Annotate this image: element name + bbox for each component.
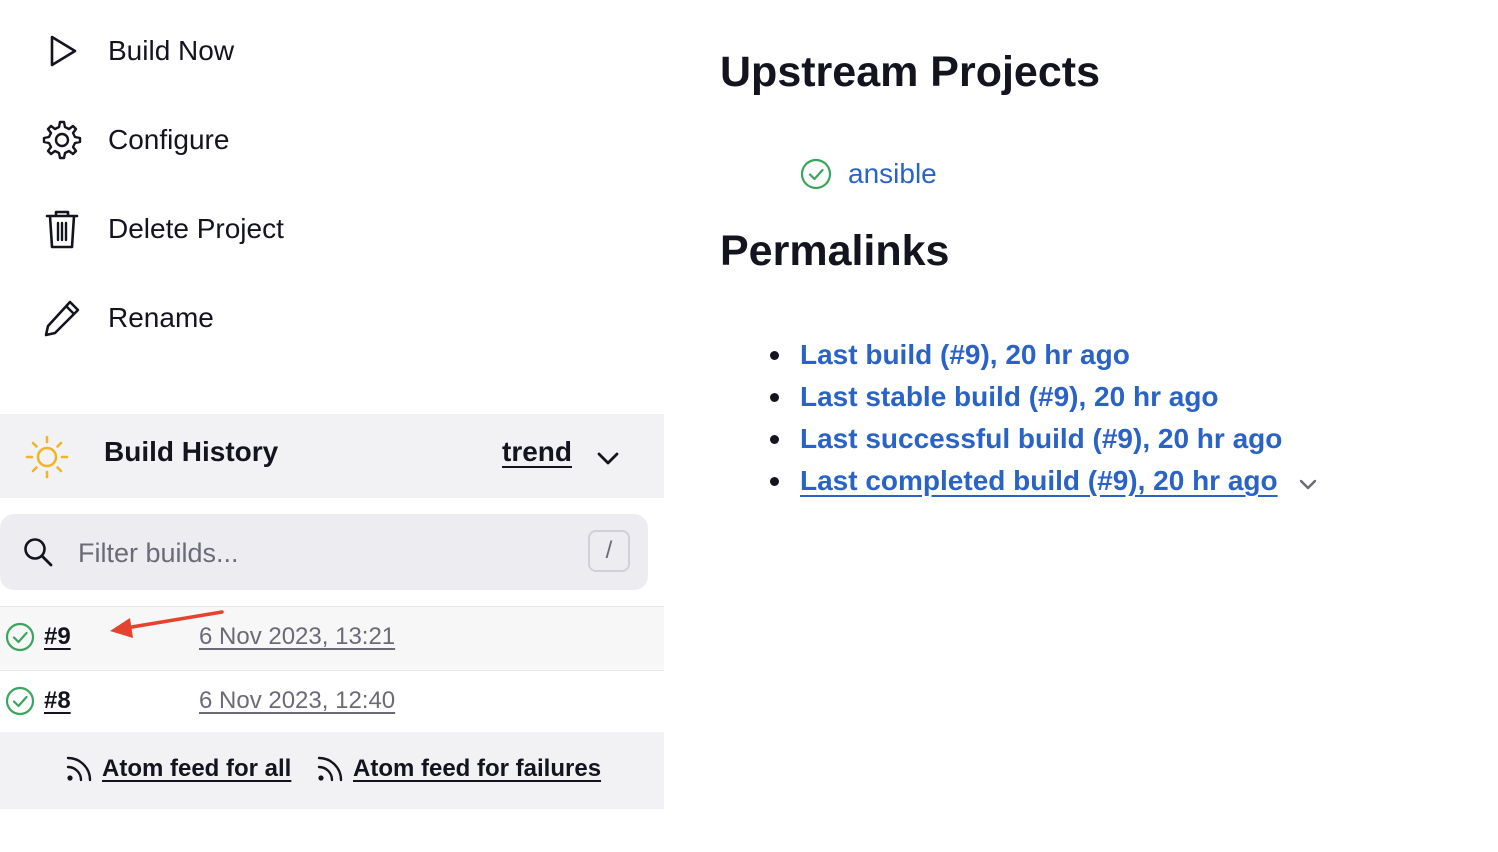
build-number-link[interactable]: #9 (44, 623, 71, 651)
gear-icon (40, 118, 84, 162)
task-label: Delete Project (108, 213, 284, 244)
task-label: Configure (108, 124, 230, 155)
rss-icon (66, 756, 92, 782)
permalink-last-completed-build[interactable]: Last completed build (#9), 20 hr ago (800, 465, 1278, 497)
upstream-projects-heading: Upstream Projects (720, 48, 1100, 96)
task-configure[interactable]: Configure (40, 115, 229, 165)
task-label: Build Now (108, 35, 235, 66)
permalink-item: Last build (#9), 20 hr ago (770, 334, 1320, 376)
success-status-icon (800, 158, 832, 190)
sun-icon (25, 435, 69, 479)
build-row: #9 6 Nov 2023, 13:21 (0, 606, 664, 669)
build-history-header: Build History trend (0, 414, 664, 498)
permalinks-list: Last build (#9), 20 hr ago Last stable b… (770, 334, 1320, 502)
bullet (770, 392, 779, 402)
chevron-down-icon[interactable] (594, 444, 622, 472)
page: Build Now Configure Delete Project Renam… (0, 0, 1498, 852)
chevron-down-icon[interactable] (1296, 472, 1320, 496)
permalink-last-stable-build[interactable]: Last stable build (#9), 20 hr ago (800, 381, 1219, 413)
success-status-icon (5, 622, 35, 652)
bullet (770, 476, 779, 486)
task-rename[interactable]: Rename (40, 293, 214, 343)
filter-builds-box: / (0, 514, 648, 590)
build-row: #8 6 Nov 2023, 12:40 (0, 670, 664, 733)
atom-feeds-bar: Atom feed for all Atom feed for failures (0, 732, 664, 809)
search-icon (24, 538, 53, 567)
task-label: Rename (108, 302, 214, 333)
upstream-project-link[interactable]: ansible (848, 158, 937, 190)
filter-builds-input[interactable] (76, 530, 560, 576)
bullet (770, 434, 779, 444)
permalink-item: Last completed build (#9), 20 hr ago (770, 460, 1320, 502)
permalink-item: Last successful build (#9), 20 hr ago (770, 418, 1320, 460)
trash-icon (40, 207, 84, 251)
bullet (770, 350, 779, 360)
build-number-link[interactable]: #8 (44, 687, 71, 715)
success-status-icon (5, 686, 35, 716)
permalink-last-build[interactable]: Last build (#9), 20 hr ago (800, 339, 1130, 371)
keyboard-shortcut-hint: / (588, 530, 630, 572)
task-delete-project[interactable]: Delete Project (40, 204, 284, 254)
annotation-arrow (110, 610, 224, 638)
task-build-now[interactable]: Build Now (40, 26, 234, 76)
build-date-link[interactable]: 6 Nov 2023, 13:21 (199, 623, 395, 651)
rss-icon (317, 756, 343, 782)
pencil-icon (40, 296, 84, 340)
permalink-item: Last stable build (#9), 20 hr ago (770, 376, 1320, 418)
upstream-project-item: ansible (800, 158, 937, 190)
atom-feed-all-link[interactable]: Atom feed for all (64, 754, 291, 784)
build-date-link[interactable]: 6 Nov 2023, 12:40 (199, 687, 395, 715)
permalinks-heading: Permalinks (720, 227, 950, 275)
trend-link[interactable]: trend (502, 436, 572, 468)
play-icon (40, 29, 84, 73)
build-history-title: Build History (104, 436, 279, 467)
feed-label: Atom feed for failures (353, 755, 602, 782)
permalink-last-successful-build[interactable]: Last successful build (#9), 20 hr ago (800, 423, 1282, 455)
feed-label: Atom feed for all (102, 755, 292, 782)
atom-feed-failures-link[interactable]: Atom feed for failures (315, 754, 601, 784)
